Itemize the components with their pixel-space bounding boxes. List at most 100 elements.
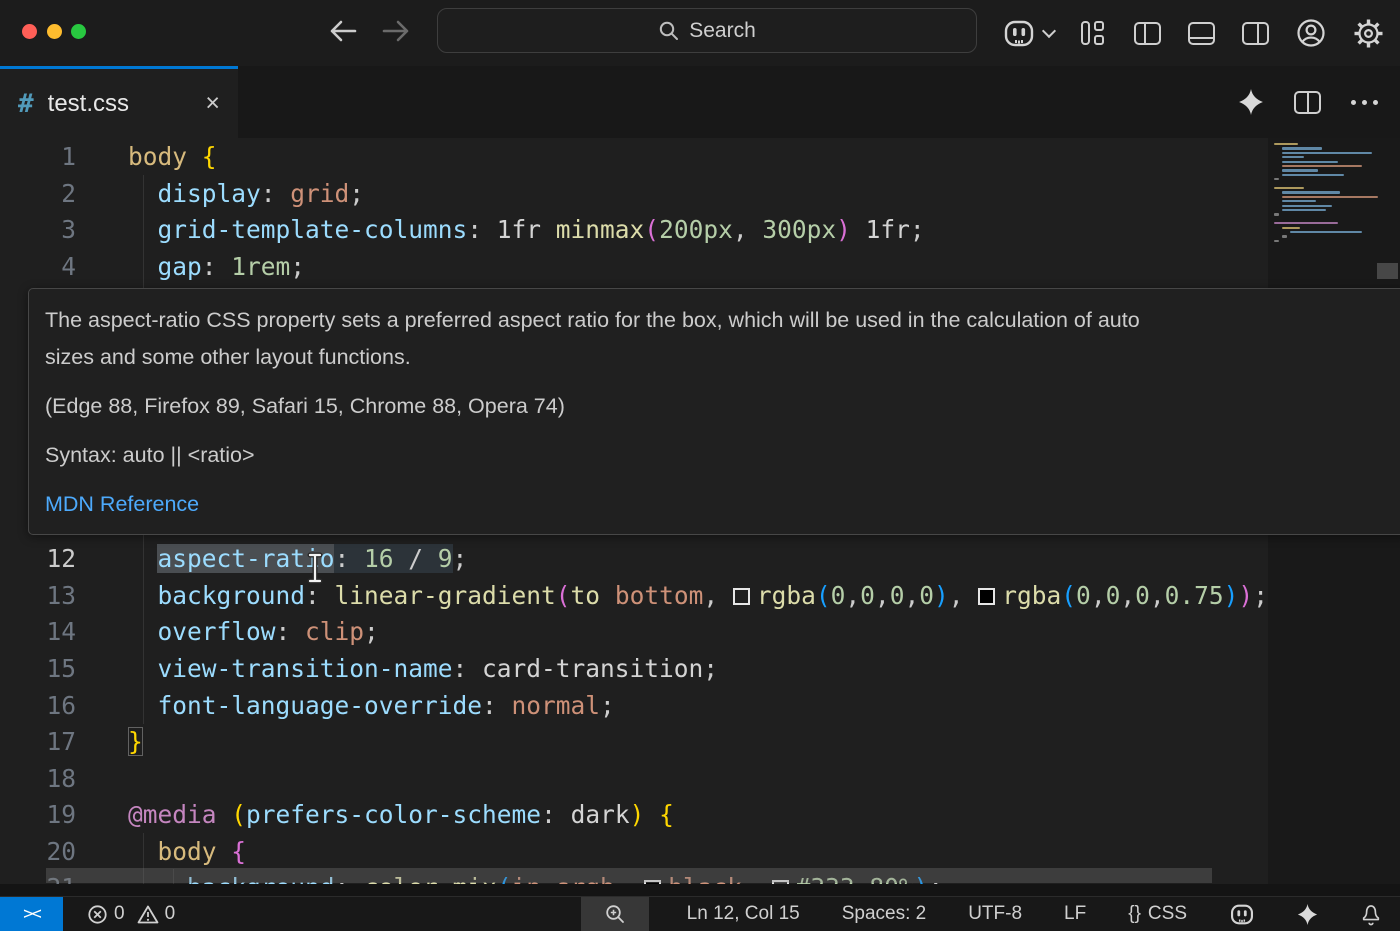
settings-button[interactable] xyxy=(1353,18,1384,49)
code-token: ; xyxy=(1253,581,1268,610)
line-number: 12 xyxy=(0,540,76,577)
minimap-line xyxy=(1274,240,1279,242)
line-number: 16 xyxy=(0,687,76,724)
copilot-icon xyxy=(1002,20,1036,47)
bell-icon xyxy=(1360,903,1382,926)
code-editor[interactable]: 1body {2display: grid;3 grid-template-col… xyxy=(0,138,1400,884)
split-editor-button[interactable] xyxy=(1294,91,1321,114)
copilot-edit-button[interactable] xyxy=(1238,89,1264,115)
code-line-20[interactable]: 20body { xyxy=(0,833,1268,870)
cursor-position[interactable]: Ln 12, Col 15 xyxy=(683,897,804,931)
line-number: 18 xyxy=(0,760,76,797)
line-number: 14 xyxy=(0,613,76,650)
mdn-reference-link[interactable]: MDN Reference xyxy=(45,486,1391,523)
sparkle-icon xyxy=(1238,89,1264,115)
minimap-line xyxy=(1282,205,1332,207)
eol-setting[interactable]: LF xyxy=(1060,897,1090,931)
line-number: 4 xyxy=(0,248,76,285)
zoom-status-button[interactable] xyxy=(581,897,649,931)
tooltip-browser-compat: (Edge 88, Firefox 89, Safari 15, Chrome … xyxy=(45,388,1391,425)
minimap-line xyxy=(1282,235,1287,237)
copilot-status-button[interactable] xyxy=(1225,897,1259,931)
editor-bottom-edge xyxy=(0,884,1400,896)
close-tab-icon[interactable]: × xyxy=(205,91,220,116)
code-token: ; xyxy=(600,691,615,720)
code-token: dark xyxy=(571,800,630,829)
code-line-15[interactable]: 15view-transition-name: card-transition; xyxy=(0,650,1268,687)
sidebar-left-icon xyxy=(1134,22,1161,45)
code-token: rgba xyxy=(757,581,816,610)
toggle-primary-sidebar-button[interactable] xyxy=(1134,22,1161,45)
go-forward-button[interactable] xyxy=(378,16,414,46)
minimap-line xyxy=(1282,196,1378,198)
line-number: 3 xyxy=(0,211,76,248)
code-token: 0 xyxy=(860,581,875,610)
code-line-17[interactable]: 17} xyxy=(0,723,1268,760)
code-token: background xyxy=(157,581,305,610)
minimap-line xyxy=(1274,213,1279,215)
code-line-14[interactable]: 14overflow: clip; xyxy=(0,613,1268,650)
title-bar: Search xyxy=(0,0,1400,66)
code-token: grid-template-columns xyxy=(157,215,467,244)
code-line-16[interactable]: 16font-language-override: normal; xyxy=(0,687,1268,724)
code-token: , xyxy=(1150,581,1165,610)
toggle-secondary-sidebar-button[interactable] xyxy=(1242,22,1269,45)
code-token: minmax xyxy=(556,215,645,244)
code-token: body xyxy=(157,837,216,866)
code-line-19[interactable]: 19@media (prefers-color-scheme: dark) { xyxy=(0,796,1268,833)
notifications-button[interactable] xyxy=(1356,897,1386,931)
zoom-window-button[interactable] xyxy=(71,24,86,39)
minimap-line xyxy=(1282,200,1316,202)
tab-test-css[interactable]: # test.css × xyxy=(0,66,238,138)
language-mode[interactable]: {} CSS xyxy=(1124,897,1191,931)
code-token: ; xyxy=(290,252,305,281)
command-center-search[interactable]: Search xyxy=(437,8,977,53)
code-token: : xyxy=(275,617,305,646)
code-token: : xyxy=(482,691,512,720)
tooltip-description-line: sizes and some other layout functions. xyxy=(45,339,1391,376)
code-token: { xyxy=(202,142,217,171)
more-actions-button[interactable] xyxy=(1351,100,1378,105)
code-line-3[interactable]: 3grid-template-columns: 1fr minmax(200px… xyxy=(0,211,1268,248)
minimize-window-button[interactable] xyxy=(47,24,62,39)
toggle-panel-button[interactable] xyxy=(1188,22,1215,45)
line-number: 20 xyxy=(0,833,76,870)
file-encoding[interactable]: UTF-8 xyxy=(964,897,1026,931)
code-line-18[interactable]: 18 xyxy=(0,760,1268,797)
copilot-menu-button[interactable] xyxy=(1002,20,1054,47)
code-token: normal xyxy=(512,691,601,720)
split-editor-icon xyxy=(1294,91,1321,114)
indentation-setting[interactable]: Spaces: 2 xyxy=(838,897,931,931)
horizontal-scrollbar[interactable] xyxy=(46,868,1212,883)
code-token xyxy=(600,581,615,610)
remote-indicator[interactable]: >< xyxy=(0,897,63,931)
code-line-4[interactable]: 4gap: 1rem; xyxy=(0,248,1268,285)
customize-layout-button[interactable] xyxy=(1081,21,1107,45)
code-token: 1fr xyxy=(497,215,541,244)
vertical-scrollbar-slider[interactable] xyxy=(1377,263,1398,279)
code-token: 1fr xyxy=(866,215,910,244)
go-back-button[interactable] xyxy=(325,16,361,46)
code-line-13[interactable]: 13background: linear-gradient(to bottom,… xyxy=(0,577,1268,614)
code-line-2[interactable]: 2display: grid; xyxy=(0,175,1268,212)
code-token: view-transition-name xyxy=(157,654,452,683)
code-token: @media xyxy=(128,800,217,829)
line-number: 15 xyxy=(0,650,76,687)
minimap-line xyxy=(1274,222,1338,224)
code-line-1[interactable]: 1body { xyxy=(0,138,1268,175)
error-icon xyxy=(87,904,108,925)
code-token: , xyxy=(733,215,763,244)
problems-indicator[interactable]: 0 0 xyxy=(83,897,179,931)
ai-status-button[interactable] xyxy=(1293,897,1322,931)
minimap-line xyxy=(1274,178,1279,180)
code-token: , xyxy=(875,581,890,610)
minimap-line xyxy=(1282,227,1300,229)
account-icon xyxy=(1296,18,1326,48)
account-button[interactable] xyxy=(1296,18,1326,48)
code-line-12[interactable]: 12aspect-ratio: 16 / 9; xyxy=(0,540,1268,577)
code-token: , xyxy=(703,581,733,610)
close-window-button[interactable] xyxy=(22,24,37,39)
code-token: , xyxy=(1120,581,1135,610)
settings-gear-icon xyxy=(1353,18,1384,49)
code-token: 1rem xyxy=(231,252,290,281)
